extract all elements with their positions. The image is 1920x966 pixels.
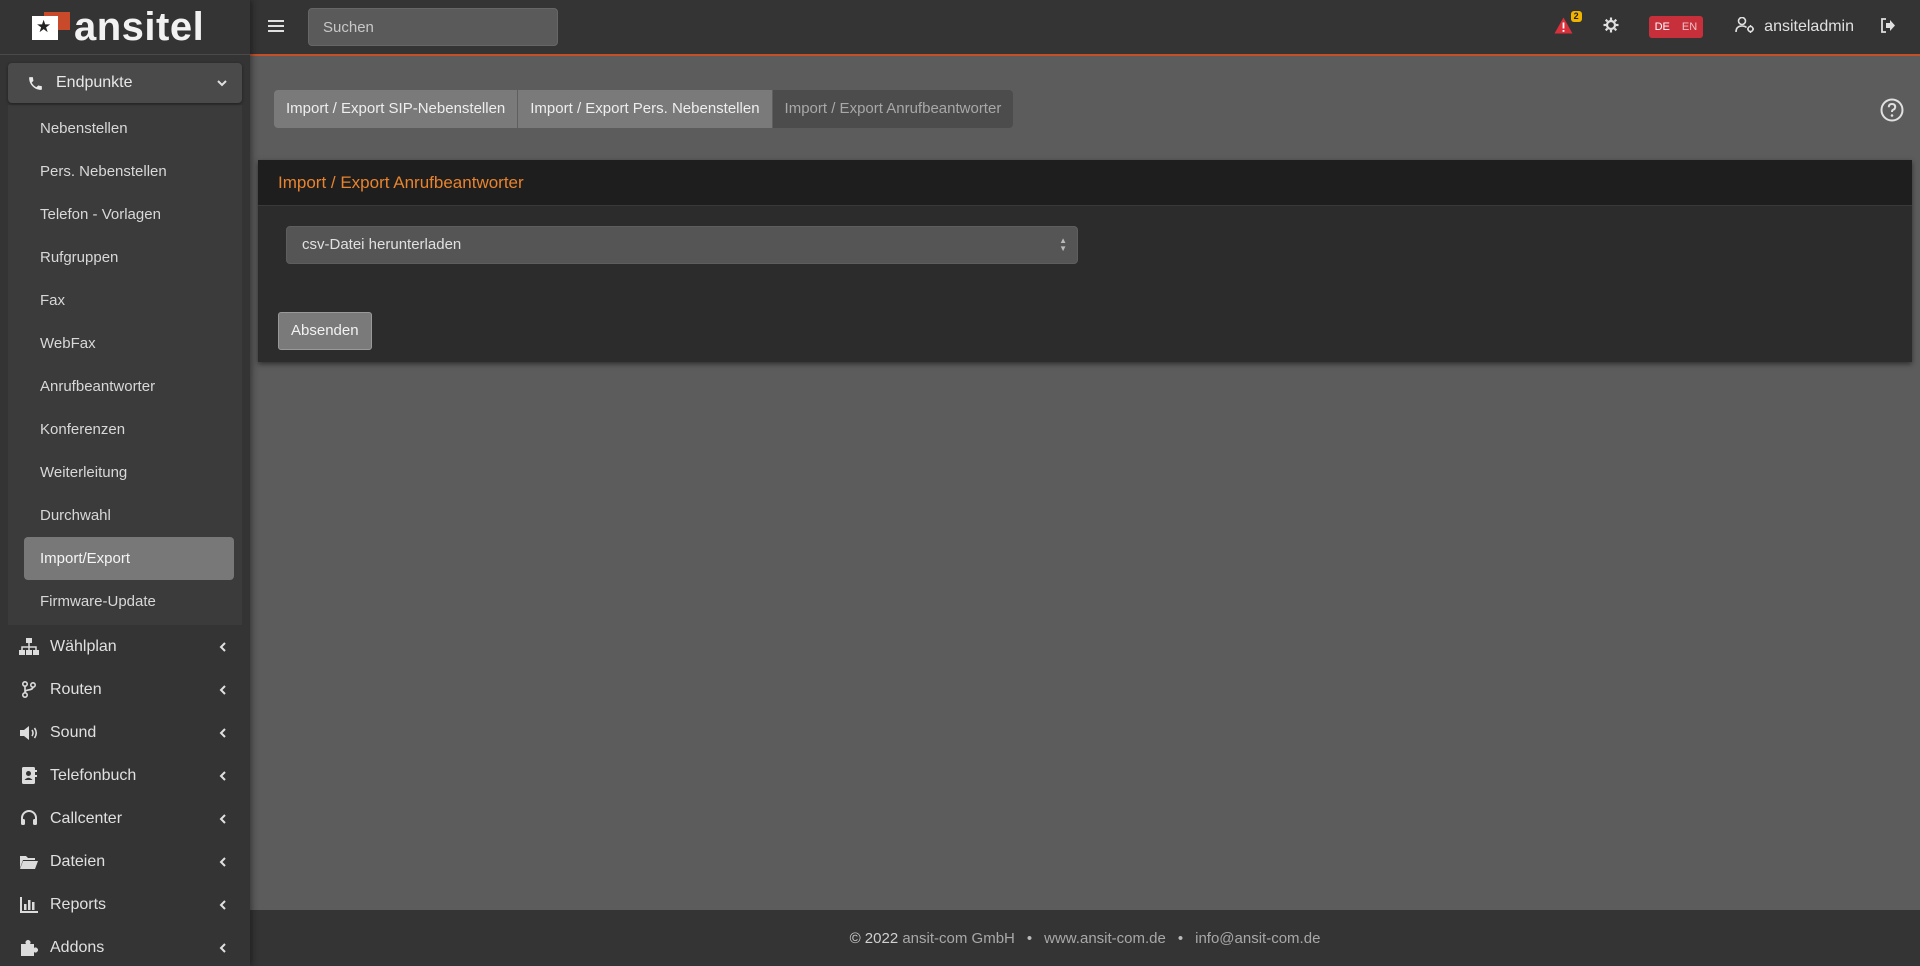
action-select[interactable]: csv-Datei herunterladen ▲ ▼ xyxy=(286,226,1078,264)
sidebar-item-label: Dateien xyxy=(50,852,106,870)
footer: © 2022 ansit-com GmbH • www.ansit-com.de… xyxy=(250,910,1920,966)
brand-name: ansitel xyxy=(74,5,205,49)
footer-copyright: © 2022 xyxy=(849,929,899,947)
sidebar-item-telefon-vorlagen[interactable]: Telefon - Vorlagen xyxy=(24,193,234,236)
sidebar-item-label: Endpunkte xyxy=(56,74,133,91)
sidebar-item-callcenter[interactable]: Callcenter xyxy=(0,797,250,840)
sidebar-item-nebenstellen[interactable]: Nebenstellen xyxy=(24,107,234,150)
chevron-left-icon xyxy=(218,625,228,668)
chevron-left-icon xyxy=(218,711,228,754)
search-input[interactable] xyxy=(308,8,558,46)
help-circle-icon[interactable] xyxy=(1880,98,1904,126)
sidebar-nav: Endpunkte Nebenstellen Pers. Nebenstelle… xyxy=(0,55,250,966)
chevron-left-icon xyxy=(218,754,228,797)
card-body: csv-Datei herunterladen ▲ ▼ Absenden xyxy=(258,206,1912,362)
import-export-card: Import / Export Anrufbeantworter csv-Dat… xyxy=(258,160,1912,362)
puzzle-icon xyxy=(18,939,40,956)
chevron-down-icon xyxy=(216,63,228,103)
sidebar-item-firmware-update[interactable]: Firmware-Update xyxy=(24,580,234,623)
username: ansiteladmin xyxy=(1764,18,1854,35)
hamburger-menu-icon[interactable] xyxy=(268,16,298,39)
sidebar-item-anrufbeantworter[interactable]: Anrufbeantworter xyxy=(24,365,234,408)
import-export-tabs: Import / Export SIP-Nebenstellen Import … xyxy=(274,90,1014,128)
sidebar-item-label: Addons xyxy=(50,938,105,956)
sidebar-item-label: Sound xyxy=(50,723,97,741)
lang-en-button[interactable]: EN xyxy=(1676,16,1703,38)
topbar-actions: 2 DE EN ansiteladmin xyxy=(1554,0,1896,54)
footer-separator: • xyxy=(1177,929,1184,947)
sidebar-item-weiterleitung[interactable]: Weiterleitung xyxy=(24,451,234,494)
action-select-value: csv-Datei herunterladen xyxy=(302,236,462,253)
sidebar-item-routen[interactable]: Routen xyxy=(0,668,250,711)
sidebar-item-rufgruppen[interactable]: Rufgruppen xyxy=(24,236,234,279)
footer-website-link[interactable]: www.ansit-com.de xyxy=(1044,930,1166,947)
chevron-left-icon xyxy=(218,840,228,883)
sidebar-item-import-export[interactable]: Import/Export xyxy=(24,537,234,580)
chevron-left-icon xyxy=(218,883,228,926)
sidebar-item-pers-nebenstellen[interactable]: Pers. Nebenstellen xyxy=(24,150,234,193)
address-book-icon xyxy=(18,767,40,784)
headset-icon xyxy=(18,810,40,827)
sidebar-item-label: Telefonbuch xyxy=(50,766,137,784)
sidebar-item-reports[interactable]: Reports xyxy=(0,883,250,926)
volume-icon xyxy=(18,725,40,741)
sidebar-item-endpunkte[interactable]: Endpunkte xyxy=(8,63,242,103)
footer-company-link[interactable]: ansit-com GmbH xyxy=(902,930,1015,947)
brand-logo-icon: ★ xyxy=(30,10,72,44)
sidebar-item-durchwahl[interactable]: Durchwahl xyxy=(24,494,234,537)
sidebar-item-fax[interactable]: Fax xyxy=(24,279,234,322)
tab-pers-nebenstellen[interactable]: Import / Export Pers. Nebenstellen xyxy=(518,90,773,128)
submit-button[interactable]: Absenden xyxy=(278,312,372,350)
sidebar-item-label: Routen xyxy=(50,680,102,698)
phone-icon xyxy=(24,75,46,92)
footer-email-link[interactable]: info@ansit-com.de xyxy=(1195,930,1320,947)
logout-icon[interactable] xyxy=(1880,17,1896,37)
bar-chart-icon xyxy=(18,896,40,913)
sidebar-item-label: Reports xyxy=(50,895,107,913)
alerts-button[interactable]: 2 xyxy=(1554,10,1582,38)
sidebar-item-konferenzen[interactable]: Konferenzen xyxy=(24,408,234,451)
chevron-left-icon xyxy=(218,926,228,966)
warning-icon xyxy=(1554,17,1573,38)
sidebar-item-webfax[interactable]: WebFax xyxy=(24,322,234,365)
lang-de-button[interactable]: DE xyxy=(1649,16,1676,38)
sidebar-item-addons[interactable]: Addons xyxy=(0,926,250,966)
topbar: 2 DE EN ansiteladmin xyxy=(250,0,1920,56)
endpunkte-submenu: Nebenstellen Pers. Nebenstellen Telefon … xyxy=(8,105,242,625)
alert-count-badge: 2 xyxy=(1570,10,1582,22)
main-content: Import / Export SIP-Nebenstellen Import … xyxy=(250,56,1920,910)
user-cog-icon xyxy=(1735,16,1764,38)
folder-open-icon xyxy=(18,854,40,870)
sidebar-item-telefonbuch[interactable]: Telefonbuch xyxy=(0,754,250,797)
tab-anrufbeantworter[interactable]: Import / Export Anrufbeantworter xyxy=(772,90,1014,128)
sidebar-item-label: Callcenter xyxy=(50,809,123,827)
sidebar-item-dateien[interactable]: Dateien xyxy=(0,840,250,883)
sidebar-item-label: Wählplan xyxy=(50,637,117,655)
user-menu[interactable]: ansiteladmin xyxy=(1735,16,1854,38)
sidebar-item-waehlplan[interactable]: Wählplan xyxy=(0,625,250,668)
sidebar-item-sound[interactable]: Sound xyxy=(0,711,250,754)
code-branch-icon xyxy=(18,681,40,698)
sidebar: ★ ansitel Endpunkte Nebenstellen Pers. N… xyxy=(0,0,250,966)
card-title: Import / Export Anrufbeantworter xyxy=(258,160,1912,206)
language-switch: DE EN xyxy=(1648,16,1704,38)
sitemap-icon xyxy=(18,638,40,655)
chevron-left-icon xyxy=(218,668,228,711)
chevron-left-icon xyxy=(218,797,228,840)
settings-gear-icon[interactable] xyxy=(1603,17,1619,37)
tab-sip-nebenstellen[interactable]: Import / Export SIP-Nebenstellen xyxy=(274,90,519,128)
select-arrows-icon: ▲ ▼ xyxy=(1059,236,1067,253)
footer-separator: • xyxy=(1026,929,1033,947)
brand[interactable]: ★ ansitel xyxy=(0,0,250,55)
